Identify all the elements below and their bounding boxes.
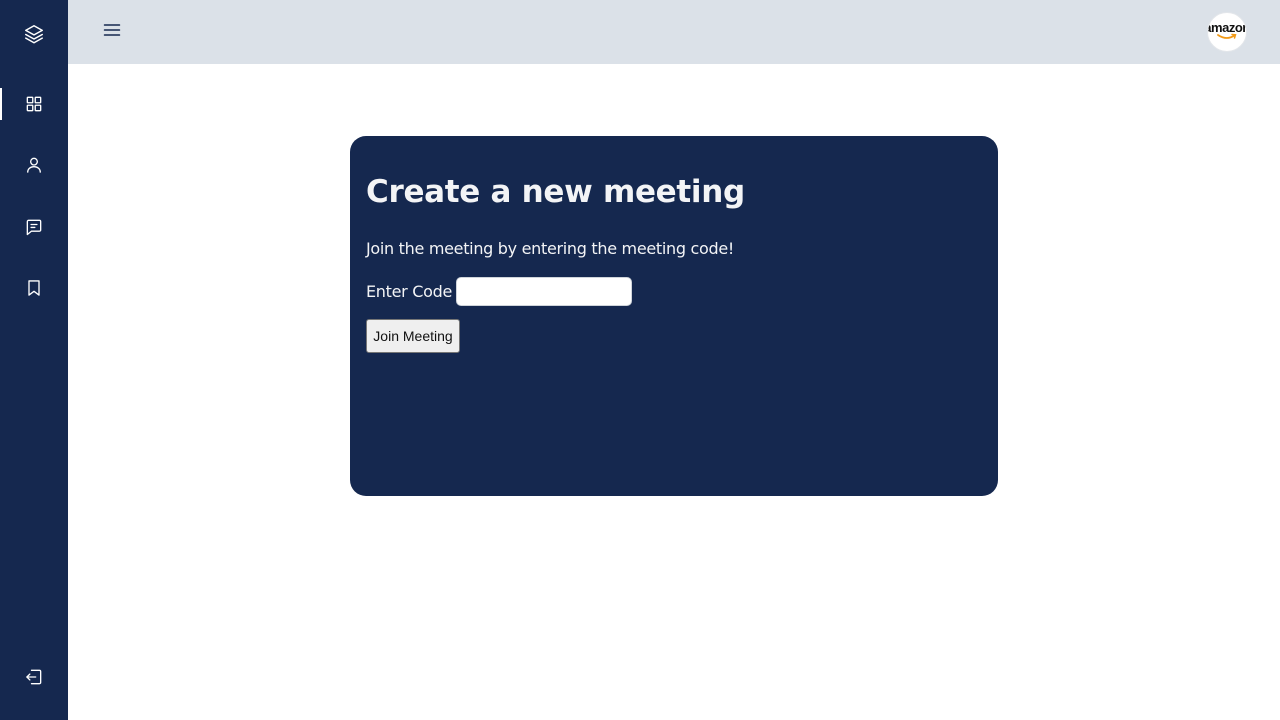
card-title: Create a new meeting [366,174,745,210]
code-row: Enter Code [366,276,632,306]
avatar[interactable]: amazon [1207,12,1247,52]
logout-button[interactable] [0,657,68,697]
meeting-code-input[interactable] [456,276,632,306]
amazon-smile-icon [1217,33,1237,39]
join-meeting-card: Create a new meeting Join the meeting by… [350,136,998,496]
sidebar-item-bookmarks[interactable] [0,268,68,308]
menu-toggle-button[interactable] [100,16,124,44]
layers-icon [25,25,43,44]
card-description: Join the meeting by entering the meeting… [366,239,735,258]
logout-icon [26,669,42,685]
sidebar-item-profile[interactable] [0,145,68,185]
message-icon [26,219,42,236]
app-logo[interactable] [0,14,68,54]
user-icon [27,157,41,173]
hamburger-menu-icon [103,24,121,36]
bookmark-icon [28,280,40,296]
sidebar [0,0,68,720]
join-meeting-button[interactable]: Join Meeting [366,319,460,353]
sidebar-item-messages[interactable] [0,207,68,247]
code-label: Enter Code [366,281,452,301]
grid-icon [26,96,42,112]
top-bar: amazon [68,0,1280,64]
sidebar-item-dashboard[interactable] [0,84,68,124]
